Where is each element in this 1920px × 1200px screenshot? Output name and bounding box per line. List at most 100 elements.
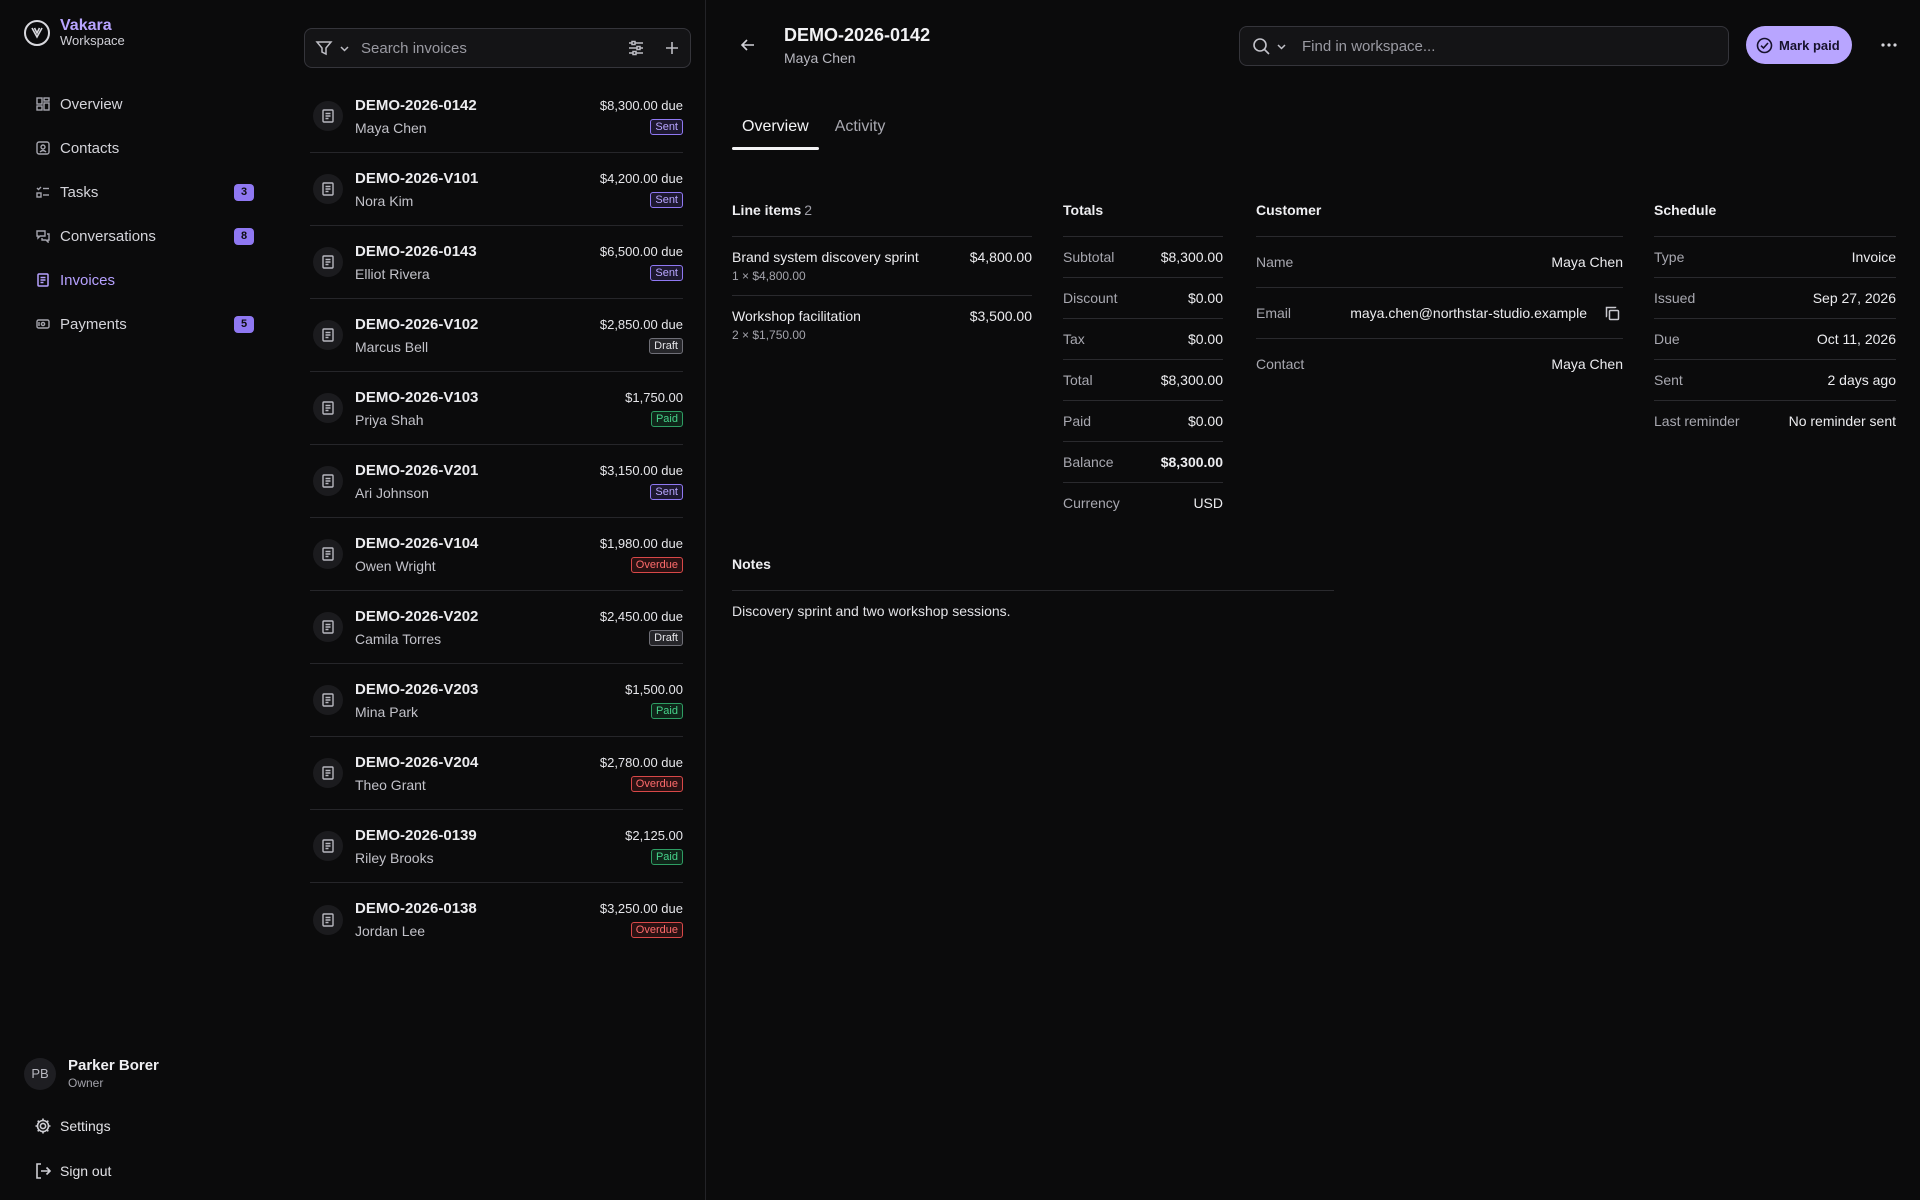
invoice-list-item[interactable]: DEMO-2026-V203 Mina Park $1,500.00 Paid — [310, 664, 683, 737]
schedule-row: Issued Sep 27, 2026 — [1654, 277, 1896, 318]
status-badge: Sent — [650, 264, 683, 281]
invoice-list: DEMO-2026-0142 Maya Chen $8,300.00 due Sent… — [310, 80, 683, 956]
line-item-name: Workshop facilitation — [732, 308, 861, 324]
user-profile[interactable]: PB Parker Borer Owner — [24, 1057, 159, 1090]
schedule-row: Type Invoice — [1654, 236, 1896, 277]
customer-title: Customer — [1256, 202, 1322, 218]
status-badge: Paid — [650, 410, 683, 427]
field-value: $0.00 — [1187, 290, 1223, 306]
field-value: 2 days ago — [1827, 372, 1897, 388]
invoice-icon — [36, 273, 50, 287]
invoice-list-item[interactable]: DEMO-2026-V204 Theo Grant $2,780.00 due Ove… — [310, 737, 683, 810]
invoice-icon — [313, 539, 343, 569]
invoice-icon — [313, 320, 343, 350]
back-button[interactable] — [733, 30, 763, 60]
page-title: DEMO-2026-0142 — [784, 25, 931, 45]
tab-activity[interactable]: Activity — [825, 116, 896, 150]
sidebar-item-conversations[interactable]: Conversations 8 — [26, 214, 258, 258]
invoice-list-pane: DEMO-2026-0142 Maya Chen $8,300.00 due Sent… — [300, 0, 706, 1200]
line-item-meta: 2 × $1,750.00 — [732, 328, 806, 342]
invoice-number: DEMO-2026-V203 — [355, 680, 479, 698]
field-label: Discount — [1063, 290, 1118, 306]
sidebar-item-overview[interactable]: Overview — [26, 82, 258, 126]
field-label: Sent — [1654, 372, 1683, 388]
invoice-list-item[interactable]: DEMO-2026-V103 Priya Shah $1,750.00 Paid — [310, 372, 683, 445]
workspace-search-input[interactable] — [1302, 37, 1728, 55]
field-label: Type — [1654, 249, 1685, 265]
sidebar-item-invoices[interactable]: Invoices — [26, 258, 258, 302]
copy-icon[interactable] — [1601, 302, 1623, 324]
more-options-button[interactable] — [1874, 30, 1904, 60]
invoice-list-item[interactable]: DEMO-2026-V101 Nora Kim $4,200.00 due Sent — [310, 153, 683, 226]
detail-tabs: Overview Activity — [732, 116, 901, 150]
sidebar-item-label: Contacts — [60, 139, 120, 157]
totals-row: Discount $0.00 — [1063, 277, 1223, 318]
totals-row: Tax $0.00 — [1063, 318, 1223, 359]
brand-name: Vakara — [60, 17, 112, 34]
status-badge: Sent — [650, 191, 683, 208]
sidebar-item-tasks[interactable]: Tasks 3 — [26, 170, 258, 214]
notes-section: Notes Discovery sprint and two workshop … — [732, 556, 1334, 619]
field-label: Currency — [1063, 495, 1120, 511]
invoice-list-item[interactable]: DEMO-2026-0143 Elliot Rivera $6,500.00 due… — [310, 226, 683, 299]
field-label: Issued — [1654, 290, 1696, 306]
customer-contact[interactable]: Maya Chen — [1551, 356, 1623, 372]
field-value: $0.00 — [1187, 331, 1223, 347]
invoice-list-item[interactable]: DEMO-2026-V202 Camila Torres $2,450.00 due… — [310, 591, 683, 664]
chevron-down-icon — [339, 43, 350, 54]
mark-paid-button[interactable]: Mark paid — [1746, 26, 1852, 64]
invoice-list-item[interactable]: DEMO-2026-V102 Marcus Bell $2,850.00 due Dr… — [310, 299, 683, 372]
invoice-number: DEMO-2026-0138 — [355, 900, 477, 917]
customer-name: Maya Chen — [1551, 254, 1623, 270]
line-item-amount: $4,800.00 — [969, 249, 1032, 265]
sidebar-item-payments[interactable]: Payments 5 — [26, 302, 258, 346]
invoice-list-item[interactable]: DEMO-2026-V104 Owen Wright $1,980.00 due Ov… — [310, 518, 683, 591]
invoice-icon — [313, 101, 343, 131]
sidebar-item-contacts[interactable]: Contacts — [26, 126, 258, 170]
invoice-list-item[interactable]: DEMO-2026-0138 Jordan Lee $3,250.00 due Ove… — [310, 883, 683, 956]
settings-link[interactable]: Settings — [34, 1117, 111, 1135]
invoice-number: DEMO-2026-0139 — [355, 826, 477, 844]
customer-section: Customer Name Maya Chen Email maya.chen@… — [1256, 202, 1623, 389]
invoice-number: DEMO-2026-V202 — [355, 607, 479, 625]
invoice-icon — [313, 758, 343, 788]
invoice-amount: $1,980.00 due — [599, 535, 683, 551]
invoice-list-item[interactable]: DEMO-2026-0142 Maya Chen $8,300.00 due Sent — [310, 80, 683, 153]
count-badge: 5 — [234, 315, 254, 333]
search-scope-dropdown[interactable] — [1240, 37, 1302, 56]
invoice-search-bar — [304, 28, 691, 68]
totals-section: Totals Subtotal $8,300.00 Discount $0.00 Tax… — [1063, 202, 1223, 523]
signout-link[interactable]: Sign out — [34, 1162, 111, 1180]
tab-overview[interactable]: Overview — [732, 116, 819, 150]
status-badge: Overdue — [630, 556, 683, 573]
invoice-icon — [313, 174, 343, 204]
field-value: Invoice — [1851, 249, 1896, 265]
sidebar: Vakara Workspace Overview Contacts Tasks… — [0, 0, 280, 1200]
field-value: $8,300.00 — [1160, 454, 1223, 470]
invoice-amount: $2,850.00 due — [599, 316, 683, 332]
more-horizontal-icon — [1880, 36, 1898, 54]
invoice-search-input[interactable] — [361, 39, 618, 57]
filter-dropdown[interactable] — [305, 39, 361, 57]
invoice-icon — [313, 612, 343, 642]
invoice-list-item[interactable]: DEMO-2026-0139 Riley Brooks $2,125.00 Paid — [310, 810, 683, 883]
customer-email[interactable]: maya.chen@northstar-studio.example — [1350, 305, 1587, 321]
invoice-customer: Nora Kim — [355, 192, 414, 209]
line-item-meta: 1 × $4,800.00 — [732, 269, 806, 283]
invoice-number: DEMO-2026-0142 — [355, 96, 477, 114]
line-items-title: Line items — [732, 202, 802, 218]
field-value: $8,300.00 — [1160, 372, 1223, 388]
invoice-amount: $3,250.00 due — [599, 901, 683, 916]
invoice-list-item[interactable]: DEMO-2026-V201 Ari Johnson $3,150.00 due Se… — [310, 445, 683, 518]
sign-out-icon — [34, 1162, 52, 1180]
brand[interactable]: Vakara Workspace — [24, 18, 125, 48]
plus-icon — [664, 40, 680, 56]
customer-email-row: Email maya.chen@northstar-studio.example — [1256, 287, 1623, 338]
add-invoice-button[interactable] — [654, 30, 690, 66]
field-value: $0.00 — [1187, 413, 1223, 429]
invoice-amount: $6,500.00 due — [599, 243, 683, 259]
list-settings-button[interactable] — [618, 30, 654, 66]
invoice-customer: Elliot Rivera — [355, 265, 430, 282]
invoice-icon — [313, 685, 343, 715]
field-value: Oct 11, 2026 — [1816, 331, 1896, 347]
